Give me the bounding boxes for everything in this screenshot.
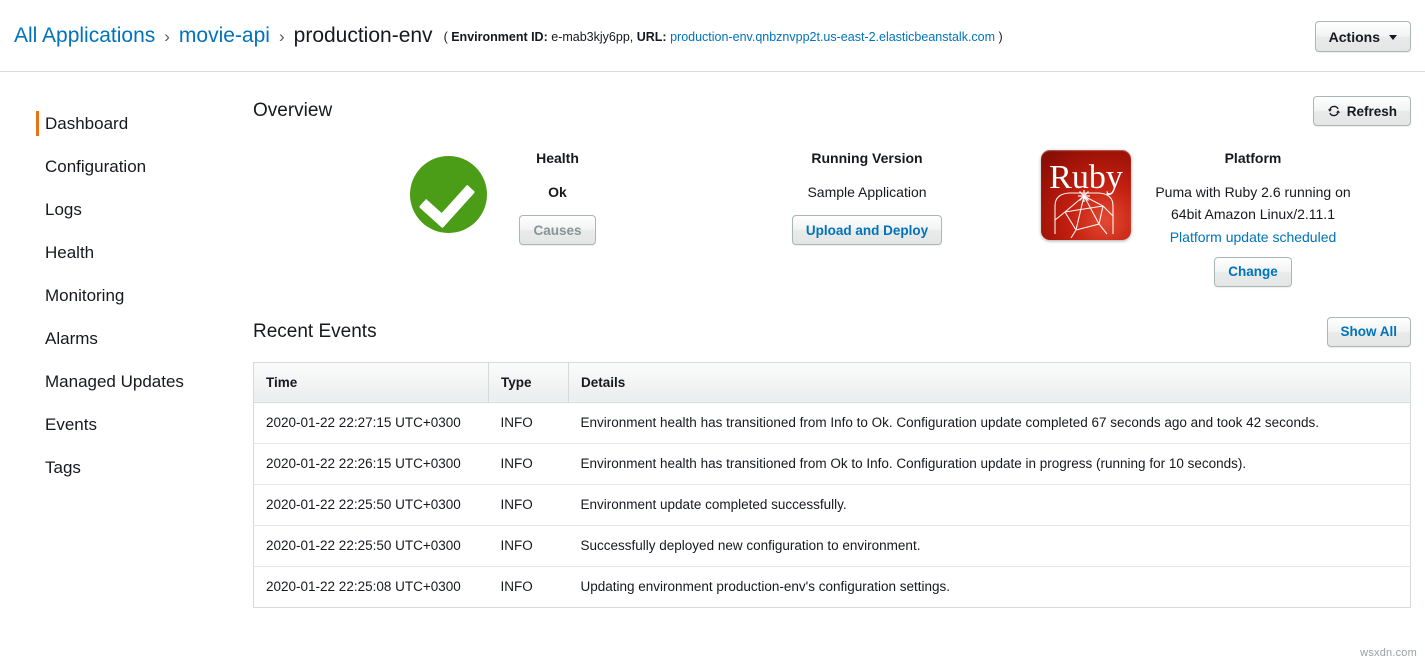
- platform-line-1: Puma with Ruby 2.6 running on: [1155, 182, 1350, 202]
- running-version-value: Sample Application: [792, 182, 942, 202]
- environment-id-value: e-mab3kjy6pp,: [551, 30, 633, 44]
- refresh-icon: [1327, 104, 1341, 118]
- change-platform-label: Change: [1228, 264, 1278, 279]
- table-row: 2020-01-22 22:27:15 UTC+0300 INFO Enviro…: [254, 402, 1411, 443]
- sidebar-item-label: Configuration: [45, 157, 146, 176]
- event-time: 2020-01-22 22:25:08 UTC+0300: [254, 566, 489, 607]
- running-version-info: Running Version Sample Application Uploa…: [792, 150, 942, 245]
- sidebar-item-label: Health: [45, 243, 94, 262]
- health-ok-check-icon: [410, 156, 487, 233]
- ruby-logo-icon: Ruby: [1041, 150, 1131, 240]
- column-header-time[interactable]: Time: [254, 362, 489, 402]
- event-type: INFO: [489, 443, 569, 484]
- breadcrumb-all-applications[interactable]: All Applications: [14, 24, 155, 48]
- event-time: 2020-01-22 22:27:15 UTC+0300: [254, 402, 489, 443]
- platform-info: Platform Puma with Ruby 2.6 running on 6…: [1155, 150, 1350, 287]
- breadcrumb-separator: ›: [164, 27, 170, 47]
- platform-title: Platform: [1155, 150, 1350, 166]
- sidebar-item-events[interactable]: Events: [0, 403, 253, 446]
- meta-open-paren: (: [444, 30, 448, 44]
- column-header-type[interactable]: Type: [489, 362, 569, 402]
- event-time: 2020-01-22 22:25:50 UTC+0300: [254, 484, 489, 525]
- event-type: INFO: [489, 402, 569, 443]
- sidebar-item-health[interactable]: Health: [0, 231, 253, 274]
- chevron-down-icon: [1389, 35, 1397, 40]
- watermark: wsxdn.com: [1360, 647, 1417, 659]
- sidebar-item-label: Alarms: [45, 329, 98, 348]
- health-info: Health Ok Causes: [519, 150, 595, 245]
- sidebar-item-label: Tags: [45, 458, 81, 477]
- upload-and-deploy-label: Upload and Deploy: [806, 223, 928, 238]
- recent-events-table: Time Type Details 2020-01-22 22:27:15 UT…: [253, 362, 1411, 608]
- event-details: Environment update completed successfull…: [569, 484, 1411, 525]
- breadcrumb: All Applications › movie-api › productio…: [14, 24, 1003, 48]
- health-status: Ok: [519, 182, 595, 202]
- upload-and-deploy-button[interactable]: Upload and Deploy: [792, 215, 942, 245]
- event-type: INFO: [489, 484, 569, 525]
- table-body: 2020-01-22 22:27:15 UTC+0300 INFO Enviro…: [254, 402, 1411, 607]
- platform-line-2: 64bit Amazon Linux/2.11.1: [1155, 204, 1350, 224]
- sidebar-item-label: Managed Updates: [45, 372, 184, 391]
- sidebar-item-alarms[interactable]: Alarms: [0, 317, 253, 360]
- breadcrumb-current-environment: production-env: [294, 24, 433, 48]
- environment-meta: ( Environment ID: e-mab3kjy6pp, URL: pro…: [444, 30, 1003, 44]
- table-row: 2020-01-22 22:26:15 UTC+0300 INFO Enviro…: [254, 443, 1411, 484]
- platform-update-scheduled-link[interactable]: Platform update scheduled: [1155, 229, 1350, 245]
- sidebar-item-label: Dashboard: [45, 114, 128, 133]
- refresh-button[interactable]: Refresh: [1313, 96, 1411, 126]
- sidebar-item-logs[interactable]: Logs: [0, 188, 253, 231]
- sidebar-item-label: Monitoring: [45, 286, 124, 305]
- running-version-section: Running Version Sample Application Uploa…: [753, 150, 981, 245]
- event-details: Environment health has transitioned from…: [569, 443, 1411, 484]
- actions-button[interactable]: Actions: [1315, 21, 1411, 52]
- table-header-row: Time Type Details: [254, 362, 1411, 402]
- health-section: Health Ok Causes: [253, 150, 753, 245]
- sidebar-item-label: Events: [45, 415, 97, 434]
- platform-section: Ruby: [981, 150, 1411, 287]
- recent-events-header: Recent Events Show All: [253, 315, 1411, 349]
- sidebar-item-monitoring[interactable]: Monitoring: [0, 274, 253, 317]
- event-details: Successfully deployed new configuration …: [569, 525, 1411, 566]
- event-details: Updating environment production-env's co…: [569, 566, 1411, 607]
- sidebar-item-dashboard[interactable]: Dashboard: [0, 102, 253, 145]
- event-type: INFO: [489, 566, 569, 607]
- table-row: 2020-01-22 22:25:08 UTC+0300 INFO Updati…: [254, 566, 1411, 607]
- sidebar-item-managed-updates[interactable]: Managed Updates: [0, 360, 253, 403]
- sidebar-item-configuration[interactable]: Configuration: [0, 145, 253, 188]
- overview-header: Overview Refresh: [253, 94, 1411, 128]
- table-row: 2020-01-22 22:25:50 UTC+0300 INFO Succes…: [254, 525, 1411, 566]
- table-header: Time Type Details: [254, 362, 1411, 402]
- event-time: 2020-01-22 22:26:15 UTC+0300: [254, 443, 489, 484]
- breadcrumb-movie-api[interactable]: movie-api: [179, 24, 270, 48]
- top-breadcrumb-bar: All Applications › movie-api › productio…: [0, 0, 1425, 72]
- meta-close-paren: ): [999, 30, 1003, 44]
- show-all-button[interactable]: Show All: [1327, 317, 1412, 347]
- change-platform-button[interactable]: Change: [1214, 257, 1292, 287]
- sidebar-navigation: Dashboard Configuration Logs Health Moni…: [0, 72, 253, 661]
- causes-button-label: Causes: [533, 223, 581, 238]
- environment-id-label: Environment ID:: [451, 30, 548, 44]
- running-version-title: Running Version: [792, 150, 942, 166]
- environment-url-link[interactable]: production-env.qnbznvpp2t.us-east-2.elas…: [670, 30, 995, 44]
- overview-title: Overview: [253, 100, 332, 122]
- overview-panel: Health Ok Causes Running Version Sample …: [253, 150, 1411, 295]
- actions-button-label: Actions: [1329, 29, 1380, 45]
- sidebar-item-tags[interactable]: Tags: [0, 446, 253, 489]
- sidebar-item-label: Logs: [45, 200, 82, 219]
- event-details: Environment health has transitioned from…: [569, 402, 1411, 443]
- show-all-label: Show All: [1341, 324, 1398, 339]
- environment-url-label: URL:: [637, 30, 667, 44]
- breadcrumb-separator: ›: [279, 27, 285, 47]
- main-content: Overview Refresh Health Ok Causes: [253, 72, 1425, 661]
- health-title: Health: [519, 150, 595, 166]
- table-row: 2020-01-22 22:25:50 UTC+0300 INFO Enviro…: [254, 484, 1411, 525]
- svg-text:Ruby: Ruby: [1049, 159, 1123, 196]
- recent-events-title: Recent Events: [253, 321, 377, 343]
- refresh-button-label: Refresh: [1347, 104, 1397, 119]
- event-time: 2020-01-22 22:25:50 UTC+0300: [254, 525, 489, 566]
- causes-button[interactable]: Causes: [519, 215, 595, 245]
- column-header-details[interactable]: Details: [569, 362, 1411, 402]
- event-type: INFO: [489, 525, 569, 566]
